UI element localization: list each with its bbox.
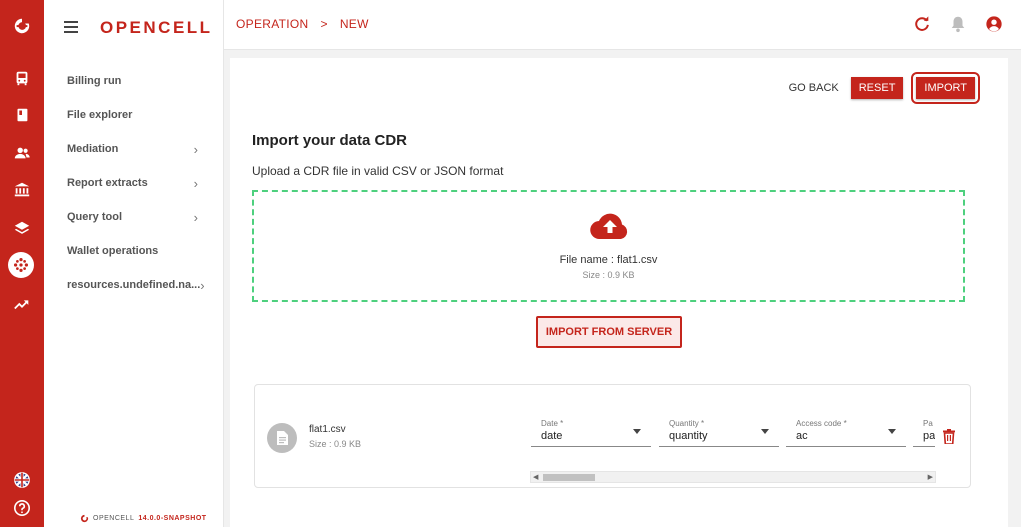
version-label: OPENCELL xyxy=(93,515,135,522)
go-back-button[interactable]: GO BACK xyxy=(785,82,843,94)
chevron-right-icon: › xyxy=(200,277,205,293)
sidebar: OPENCELL Billing run File explorer Mediati… xyxy=(44,0,224,527)
horizontal-scrollbar[interactable]: ◀ ▶ xyxy=(530,471,936,483)
logo-icon[interactable] xyxy=(8,12,36,40)
cloud-upload-icon xyxy=(590,213,628,240)
sidebar-item[interactable]: Wallet operations xyxy=(44,234,224,268)
sidebar-item[interactable]: Billing run xyxy=(44,64,224,98)
sidebar-item-label: Report extracts xyxy=(67,177,148,189)
field-value: ac xyxy=(796,430,808,442)
book-icon[interactable] xyxy=(8,101,36,129)
file-mapping-card: flat1.csv Size : 0.9 KB Date * date Quan… xyxy=(254,384,971,488)
sidebar-item[interactable]: Mediation › xyxy=(44,132,224,166)
trending-icon[interactable] xyxy=(8,290,36,318)
bell-icon[interactable] xyxy=(949,15,967,33)
import-button[interactable]: IMPORT xyxy=(916,77,975,99)
people-icon[interactable] xyxy=(8,139,36,167)
delete-icon[interactable] xyxy=(943,429,955,444)
sidebar-item-label: Wallet operations xyxy=(67,245,159,257)
action-bar: GO BACK RESET IMPORT xyxy=(785,72,980,104)
chevron-right-icon: › xyxy=(193,175,198,191)
sidebar-item-label: Mediation xyxy=(67,143,119,155)
field-label: Date * xyxy=(541,419,564,428)
field-label: Quantity * xyxy=(669,419,705,428)
top-icons xyxy=(913,15,1003,33)
chevron-right-icon: › xyxy=(193,209,198,225)
date-select[interactable]: Date * date xyxy=(531,419,651,447)
file-dropzone[interactable]: File name : flat1.csv Size : 0.9 KB xyxy=(252,190,965,302)
breadcrumb-parent[interactable]: OPERATION xyxy=(236,17,309,31)
page-subtitle: Upload a CDR file in valid CSV or JSON f… xyxy=(252,164,504,178)
dropdown-arrow-icon xyxy=(888,429,896,434)
help-icon[interactable] xyxy=(8,494,36,522)
file-card-size: Size : 0.9 KB xyxy=(309,439,362,449)
top-bar: OPERATION > NEW xyxy=(224,0,1021,50)
field-value: pa xyxy=(923,430,935,442)
dropzone-file-size: Size : 0.9 KB xyxy=(582,270,635,280)
access-code-select[interactable]: Access code * ac xyxy=(786,419,906,447)
sidebar-nav: Billing run File explorer Mediation › Report… xyxy=(44,64,224,302)
breadcrumb-separator: > xyxy=(320,17,328,31)
param-select[interactable]: Pa pa xyxy=(913,419,935,447)
field-value: date xyxy=(541,430,563,442)
version-number: 14.0.0-SNAPSHOT xyxy=(138,515,207,522)
layers-icon[interactable] xyxy=(8,214,36,242)
import-from-server-button[interactable]: IMPORT FROM SERVER xyxy=(536,316,682,348)
reset-button[interactable]: RESET xyxy=(850,77,904,99)
import-button-highlight: IMPORT xyxy=(911,72,980,104)
file-card-name: flat1.csv xyxy=(309,424,346,435)
left-rail xyxy=(0,0,44,527)
scrollbar-thumb[interactable] xyxy=(543,474,595,481)
sidebar-item[interactable]: resources.undefined.na... › xyxy=(44,268,224,302)
scroll-right-icon[interactable]: ▶ xyxy=(928,473,933,481)
sidebar-item[interactable]: Query tool › xyxy=(44,200,224,234)
import-card: GO BACK RESET IMPORT Import your data CD… xyxy=(230,58,1008,527)
refresh-icon[interactable] xyxy=(913,15,931,33)
sidebar-item-label: Billing run xyxy=(67,75,122,87)
scroll-left-icon[interactable]: ◀ xyxy=(533,473,538,481)
chevron-right-icon: › xyxy=(193,141,198,157)
quantity-select[interactable]: Quantity * quantity xyxy=(659,419,779,447)
sidebar-item-label: resources.undefined.na... xyxy=(67,279,201,291)
field-label: Pa xyxy=(923,419,933,428)
sidebar-item[interactable]: File explorer xyxy=(44,98,224,132)
breadcrumb-current: NEW xyxy=(339,17,369,31)
dots-icon[interactable] xyxy=(8,252,34,278)
page-title: Import your data CDR xyxy=(252,132,408,149)
menu-icon[interactable] xyxy=(64,21,78,33)
bank-icon[interactable] xyxy=(8,176,36,204)
bus-icon[interactable] xyxy=(8,64,36,92)
field-value: quantity xyxy=(669,430,708,442)
dropdown-arrow-icon xyxy=(633,429,641,434)
language-flag-icon[interactable] xyxy=(8,466,36,494)
field-label: Access code * xyxy=(796,419,847,428)
sidebar-item-label: Query tool xyxy=(67,211,123,223)
breadcrumb: OPERATION > NEW xyxy=(236,17,369,31)
document-icon xyxy=(267,423,297,453)
app-logo[interactable]: OPENCELL xyxy=(100,18,213,38)
dropdown-arrow-icon xyxy=(761,429,769,434)
dropzone-file-name: File name : flat1.csv xyxy=(559,254,658,266)
logo-icon xyxy=(80,514,89,523)
account-icon[interactable] xyxy=(985,15,1003,33)
sidebar-item[interactable]: Report extracts › xyxy=(44,166,224,200)
sidebar-item-label: File explorer xyxy=(67,109,133,121)
version-info: OPENCELL 14.0.0-SNAPSHOT xyxy=(80,514,207,523)
